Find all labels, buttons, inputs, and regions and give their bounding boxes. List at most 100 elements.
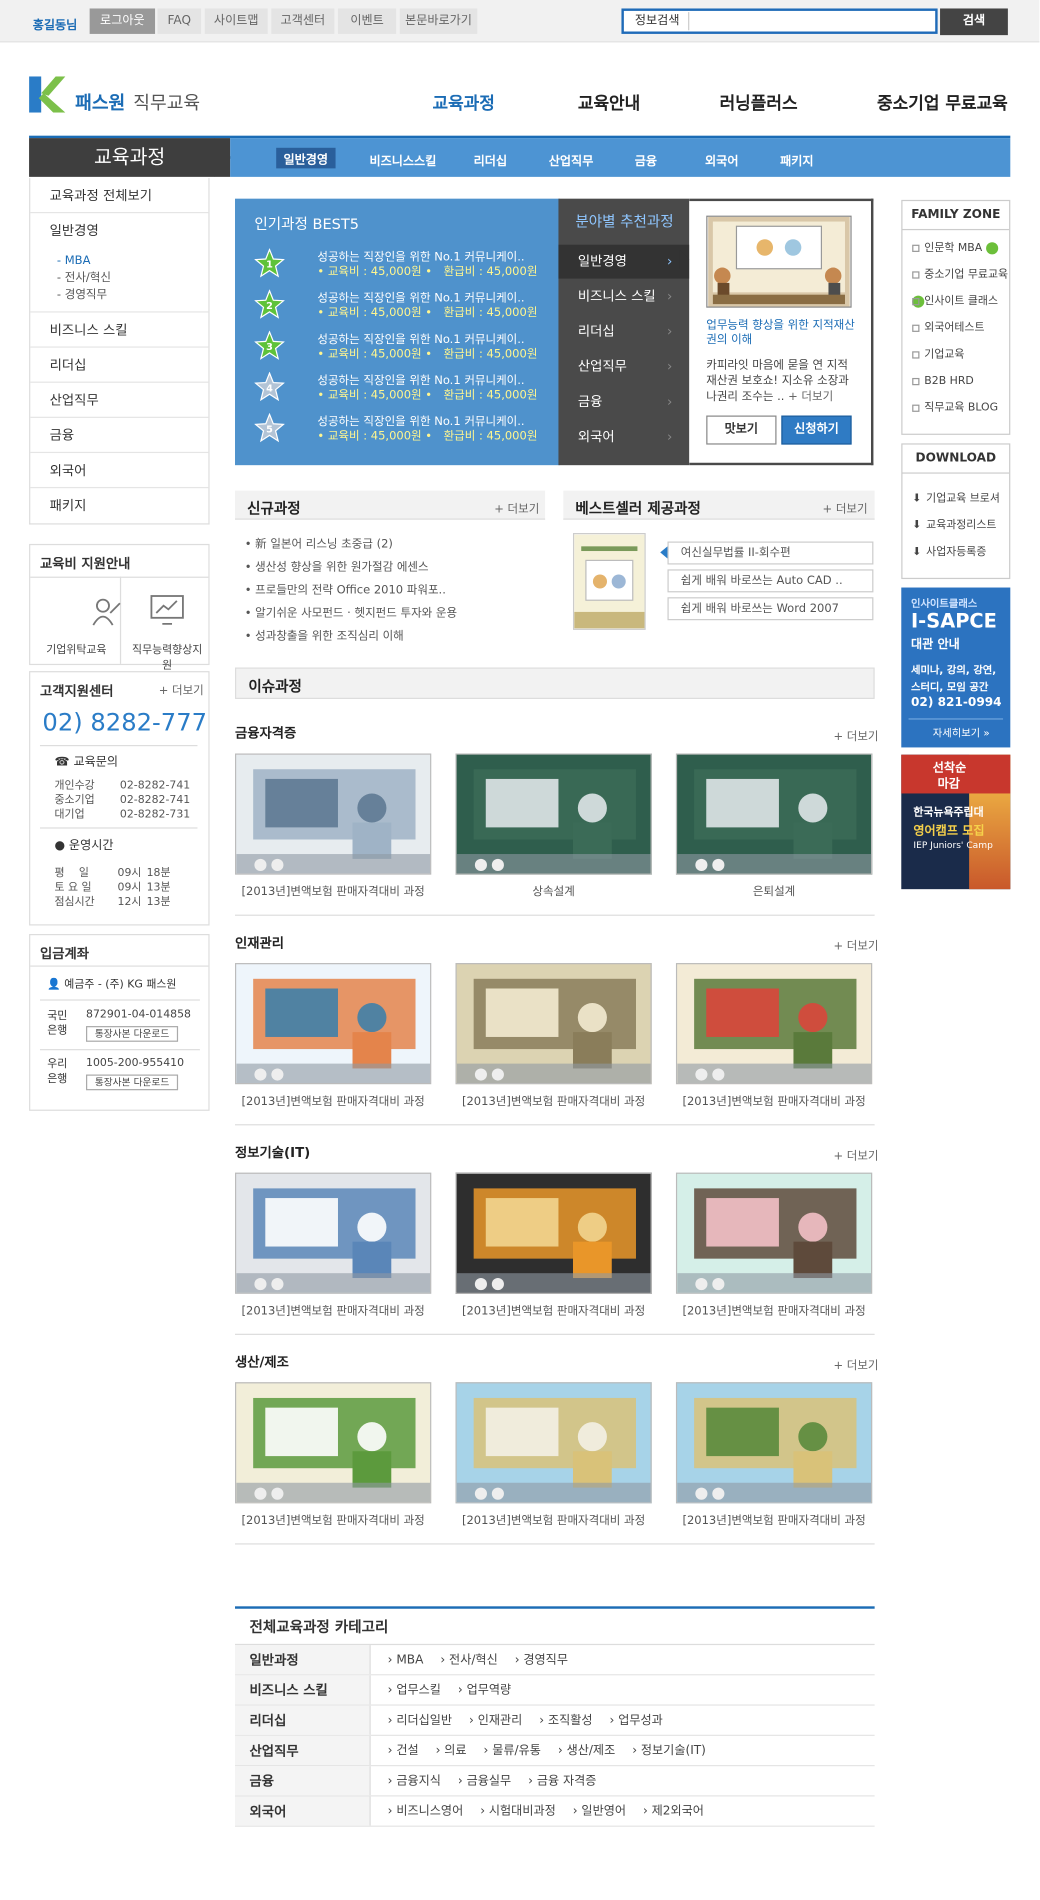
logo-icon[interactable] xyxy=(29,76,66,113)
nav-language[interactable]: 외국어 xyxy=(30,453,209,489)
recommend-tab-general[interactable]: 일반경영 › xyxy=(558,244,690,279)
category-link[interactable]: › 금융실무 xyxy=(458,1775,511,1788)
submenu-language[interactable]: 외국어 xyxy=(705,150,738,168)
logout-button[interactable]: 로그아웃 xyxy=(89,8,156,34)
best5-row[interactable]: 3 성공하는 직장인을 위한 No.1 커뮤니케이.. • 교육비 : 45,000… xyxy=(254,326,552,362)
family-zone-link[interactable]: 기업교육 xyxy=(902,342,1009,369)
sitemap-link[interactable]: 사이트맵 xyxy=(204,8,268,34)
course-caption[interactable]: [2013년]변액보험 판매자격대비 과정 xyxy=(676,1511,872,1527)
category-link[interactable]: › 리더십일반 xyxy=(388,1714,452,1727)
recommend-tab-business[interactable]: 비즈니스 스킬 › xyxy=(558,280,689,314)
bank-1-download-button[interactable]: 통장사본 다운로드 xyxy=(86,1026,179,1042)
family-zone-link[interactable]: B2B HRD xyxy=(902,368,1009,395)
category-link[interactable]: › 업무역량 xyxy=(458,1684,511,1697)
nav-leadership[interactable]: 리더십 xyxy=(30,348,209,383)
course-caption[interactable]: [2013년]변액보험 판매자격대비 과정 xyxy=(235,882,431,899)
nav-finance[interactable]: 금융 xyxy=(30,418,209,454)
download-link[interactable]: ⬇ 교육과정리스트 xyxy=(902,512,1009,539)
course-caption[interactable]: [2013년]변액보험 판매자격대비 과정 xyxy=(676,1301,872,1318)
support-item-company[interactable]: 기업위탁교육 xyxy=(40,641,113,656)
submenu-industry[interactable]: 산업직무 xyxy=(549,150,594,168)
nav-sub-management[interactable]: - 경영직무 xyxy=(57,287,208,304)
course-thumbnail[interactable] xyxy=(675,1382,873,1504)
course-caption[interactable]: [2013년]변액보험 판매자격대비 과정 xyxy=(455,1301,651,1318)
search-category-select[interactable]: 정보검색 xyxy=(626,12,690,31)
issue-section-more-link[interactable]: + 더보기 xyxy=(833,727,878,743)
category-link[interactable]: › 전사/혁신 xyxy=(440,1654,497,1667)
apply-button[interactable]: 신청하기 xyxy=(781,415,852,445)
recommend-more-link[interactable]: + 더보기 xyxy=(788,390,833,403)
best5-row[interactable]: 2 성공하는 직장인을 위한 No.1 커뮤니케이.. • 교육비 : 45,000… xyxy=(254,285,552,321)
bestseller-item[interactable]: 여신실무법률 II-회수편 xyxy=(667,541,874,565)
submenu-package[interactable]: 패키지 xyxy=(780,150,813,168)
course-thumbnail[interactable] xyxy=(235,753,432,875)
search-input[interactable] xyxy=(694,12,931,31)
nav-sub-innovation[interactable]: - 전사/혁신 xyxy=(57,270,208,287)
recommend-tab-industry[interactable]: 산업직무 › xyxy=(558,350,689,384)
course-thumbnail[interactable] xyxy=(675,963,873,1085)
event-link[interactable]: 이벤트 xyxy=(337,8,397,34)
ispace-banner[interactable]: 인사이트클래스 I-SAPCE 대관 안내 세미나, 강의, 강연, 스터디, … xyxy=(901,587,1011,748)
category-link[interactable]: › 물류/유통 xyxy=(484,1744,541,1757)
faq-link[interactable]: FAQ xyxy=(157,8,202,34)
best5-row[interactable]: 5 성공하는 직장인을 위한 No.1 커뮤니케이.. • 교육비 : 45,000… xyxy=(254,408,552,444)
person-icon[interactable] xyxy=(88,596,122,630)
download-link[interactable]: ⬇ 사업자등록증 xyxy=(902,539,1009,566)
download-link[interactable]: ⬇ 기업교육 브로셔 xyxy=(902,486,1009,513)
logo-brand[interactable]: 패스원 xyxy=(75,90,125,115)
course-caption[interactable]: [2013년]변액보험 판매자격대비 과정 xyxy=(455,1511,651,1527)
family-zone-link[interactable]: 외국어테스트 xyxy=(902,315,1009,342)
nav-package[interactable]: 패키지 xyxy=(30,488,208,523)
bestseller-more-link[interactable]: + 더보기 xyxy=(823,499,868,516)
list-item[interactable]: • 성과창출을 위한 조직심리 이해 xyxy=(245,625,457,648)
course-thumbnail[interactable] xyxy=(235,1172,432,1294)
course-caption[interactable]: 은퇴설계 xyxy=(676,882,872,899)
recommend-thumbnail[interactable] xyxy=(706,215,852,308)
category-link[interactable]: › 시험대비과정 xyxy=(480,1805,556,1818)
category-link[interactable]: › 인재관리 xyxy=(469,1714,522,1727)
nav-business-skill[interactable]: 비즈니스 스킬 xyxy=(30,313,209,348)
course-caption[interactable]: [2013년]변액보험 판매자격대비 과정 xyxy=(235,1301,431,1318)
category-link[interactable]: › 정보기술(IT) xyxy=(632,1744,706,1757)
course-thumbnail[interactable] xyxy=(455,963,652,1085)
nav-general[interactable]: 일반경영 xyxy=(30,213,208,248)
nav-all-courses[interactable]: 교육과정 전체보기 xyxy=(30,178,209,214)
nav-sub-mba[interactable]: - MBA xyxy=(57,253,208,270)
gnb-free-sme[interactable]: 중소기업 무료교육 xyxy=(877,91,1008,115)
skip-to-content-link[interactable]: 본문바로가기 xyxy=(399,8,478,34)
preview-button[interactable]: 맛보기 xyxy=(706,415,777,445)
family-zone-link[interactable]: 인사이트 클래스 xyxy=(902,288,1009,315)
search-button[interactable]: 검색 xyxy=(940,8,1008,36)
list-item[interactable]: • 알기쉬운 사모펀드 · 헷지펀드 투자와 운용 xyxy=(245,602,457,625)
category-link[interactable]: › 금융지식 xyxy=(388,1775,441,1788)
customer-center-link[interactable]: 고객센터 xyxy=(271,8,335,34)
submenu-leadership[interactable]: 리더십 xyxy=(474,150,507,168)
submenu-general[interactable]: 일반경영 xyxy=(276,147,336,169)
ispace-more-link[interactable]: 자세히보기 » xyxy=(933,726,990,740)
camp-banner[interactable]: 선착순 마감 한국뉴욕주립대 영어캠프 모집 IEP Juniors' Camp xyxy=(901,754,1011,890)
family-zone-link[interactable]: 중소기업 무료교육 xyxy=(902,262,1009,308)
best5-row[interactable]: 1 성공하는 직장인을 위한 No.1 커뮤니케이.. • 교육비 : 45,000… xyxy=(254,243,552,279)
issue-section-more-link[interactable]: + 더보기 xyxy=(833,1356,878,1372)
submenu-finance[interactable]: 금융 xyxy=(635,150,657,168)
course-caption[interactable]: [2013년]변액보험 판매자격대비 과정 xyxy=(235,1091,431,1108)
bestseller-item[interactable]: 쉽게 배워 바로쓰는 Word 2007 xyxy=(667,597,874,621)
recommend-detail-title[interactable]: 업무능력 향상을 위한 지적재산권의 이해 xyxy=(706,319,856,348)
nav-industry[interactable]: 산업직무 xyxy=(30,383,209,418)
recommend-tab-finance[interactable]: 금융 › xyxy=(558,385,689,419)
family-zone-link[interactable]: 직무교육 BLOG xyxy=(902,395,1009,422)
customer-more-link[interactable]: + 더보기 xyxy=(159,681,204,697)
category-link[interactable]: › 금융 자격증 xyxy=(528,1775,596,1788)
course-caption[interactable]: 상속설계 xyxy=(455,882,651,899)
category-link[interactable]: › 제2외국어 xyxy=(643,1805,704,1818)
list-item[interactable]: • 新 일본어 리스닝 초중급 (2) xyxy=(245,533,457,556)
gnb-guide[interactable]: 교육안내 xyxy=(578,91,640,115)
gnb-courses[interactable]: 교육과정 xyxy=(432,91,494,115)
recommend-tab-language[interactable]: 외국어 › xyxy=(558,420,689,454)
support-item-skill[interactable]: 직무능력향상지원 xyxy=(127,641,207,672)
category-link[interactable]: › 조직활성 xyxy=(539,1714,592,1727)
category-link[interactable]: › 경영직무 xyxy=(515,1654,568,1667)
issue-section-more-link[interactable]: + 더보기 xyxy=(833,1146,878,1163)
course-thumbnail[interactable] xyxy=(675,753,873,875)
category-link[interactable]: › 의료 xyxy=(436,1744,467,1757)
